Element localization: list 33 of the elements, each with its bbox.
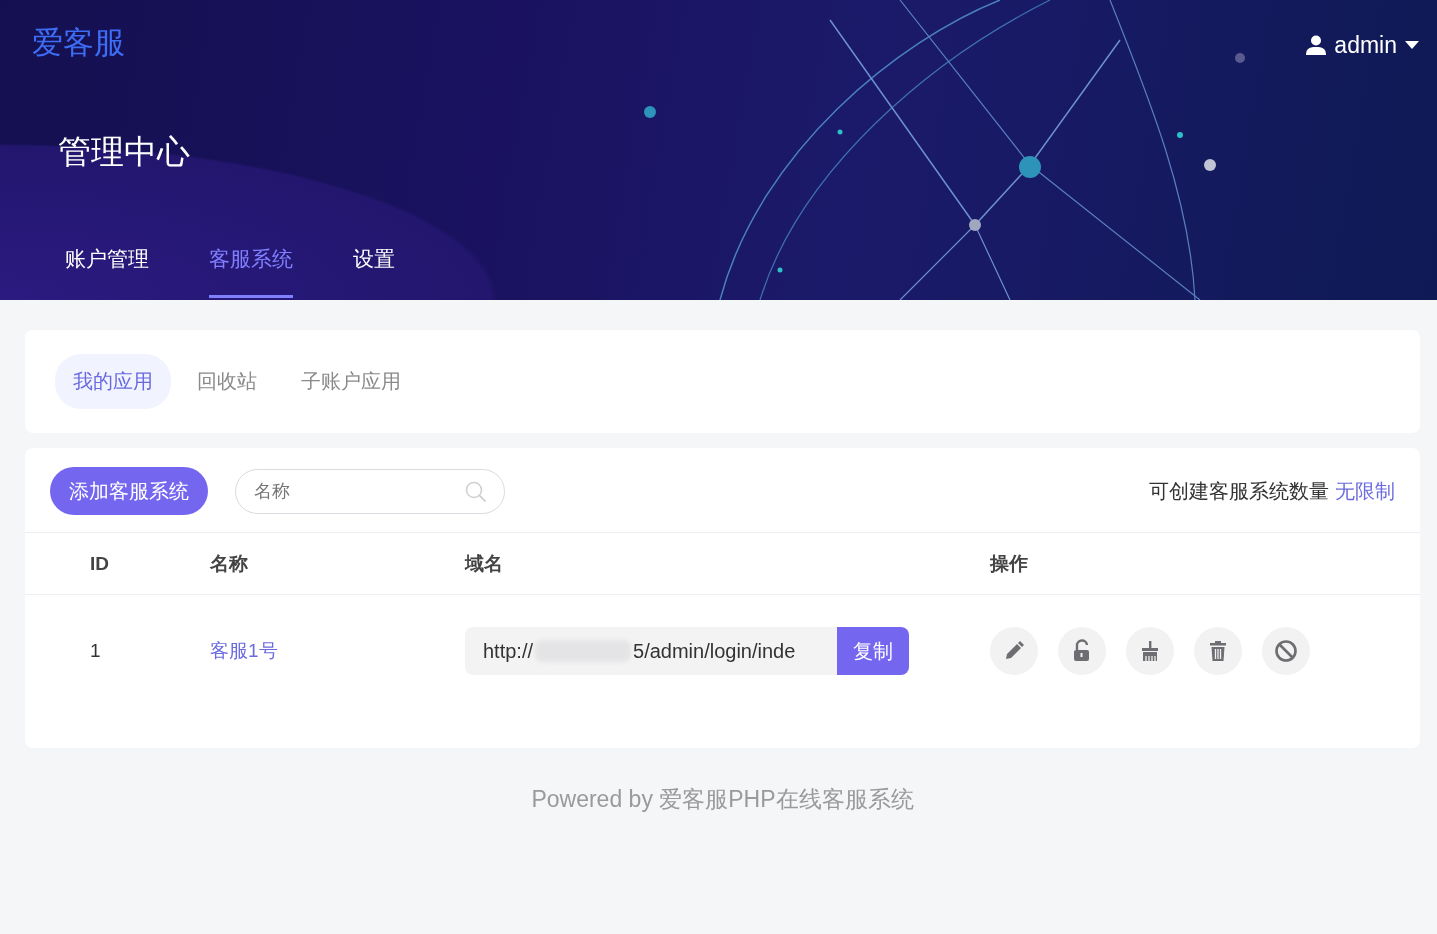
sub-tab[interactable]: 回收站 (179, 354, 275, 409)
prohibited-icon (1274, 639, 1298, 663)
search-icon (465, 480, 487, 503)
footer-text: Powered by 爱客服PHP在线客服系统 (530, 785, 915, 814)
quota-value: 无限制 (1335, 478, 1395, 504)
url-field[interactable]: http:// 5/admin/login/inde (465, 627, 837, 675)
user-menu[interactable]: admin (1306, 27, 1419, 59)
sub-tab[interactable]: 我的应用 (55, 354, 171, 409)
column-header: 域名 (465, 551, 504, 576)
add-button[interactable]: 添加客服系统 (50, 467, 208, 515)
table-cell-text: 1 (90, 640, 102, 662)
nav-tab[interactable]: 客服系统 (209, 235, 293, 298)
caret-icon (1405, 41, 1419, 49)
action-button[interactable] (1126, 627, 1174, 675)
nav-tab[interactable]: 账户管理 (65, 235, 149, 298)
url-text: 5/admin/login/inde (633, 639, 796, 663)
action-button[interactable] (1194, 627, 1242, 675)
action-button[interactable] (990, 627, 1038, 675)
column-header: ID (90, 552, 110, 575)
quota-label: 可创建客服系统数量 (1149, 478, 1329, 504)
action-button[interactable] (1262, 627, 1310, 675)
page-title: 管理中心 (58, 132, 191, 172)
sub-tab[interactable]: 子账户应用 (283, 354, 419, 409)
name-link[interactable]: 客服1号 (210, 638, 465, 664)
nav-tab[interactable]: 设置 (353, 235, 395, 298)
column-header: 名称 (210, 551, 249, 576)
column-header: 操作 (990, 551, 1029, 576)
user-icon (1306, 35, 1327, 55)
copy-button[interactable]: 复制 (837, 627, 909, 675)
url-text: http:// (483, 639, 534, 663)
search-field[interactable]: 名称 (235, 468, 505, 514)
app-logo[interactable]: 爱客服 (32, 22, 125, 64)
action-button[interactable] (1058, 627, 1106, 675)
